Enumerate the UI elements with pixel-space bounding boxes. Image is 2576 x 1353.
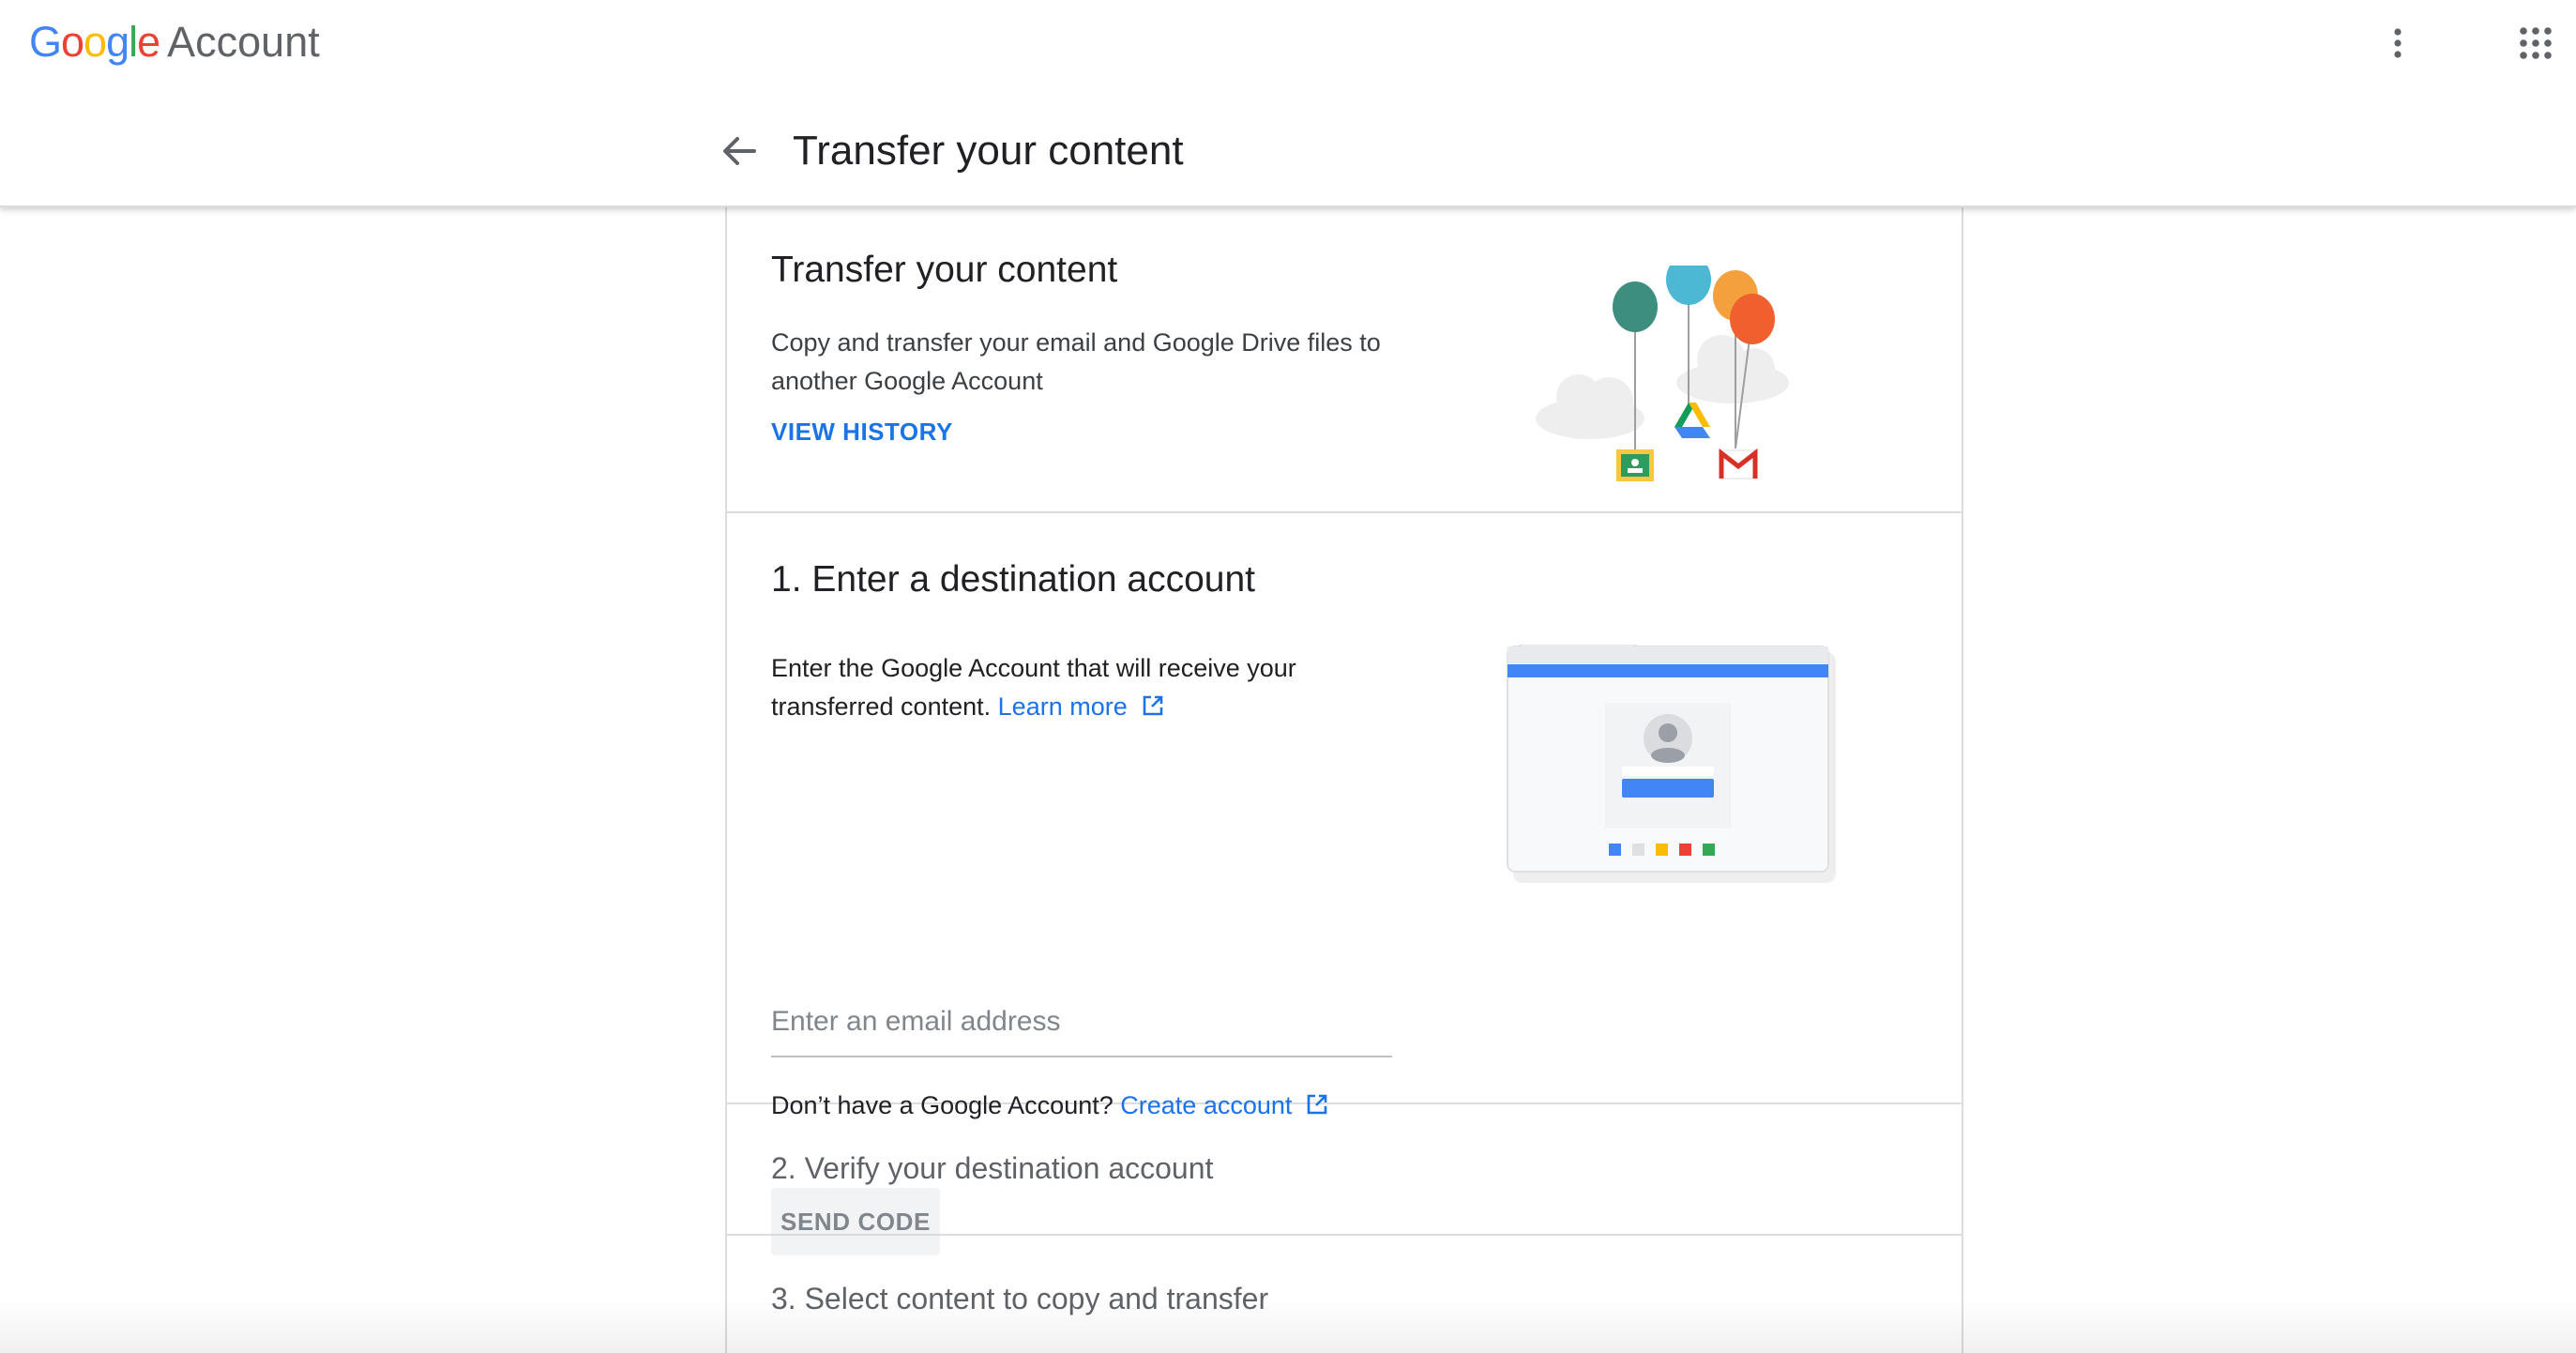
step2-title: 2. Verify your destination account [771,1151,1214,1185]
email-input[interactable] [771,1001,1392,1042]
view-history-link[interactable]: VIEW HISTORY [771,418,953,447]
account-logo-text: Account [167,18,320,66]
more-vert-icon[interactable] [2379,24,2417,62]
step2-section[interactable]: 2. Verify your destination account [727,1104,1962,1236]
top-app-bar: Google Account Transfer your content [0,0,2576,207]
google-logo-text: Google [29,18,160,66]
intro-description: Copy and transfer your email and Google … [771,328,1381,395]
intro-section: Transfer your content Copy and transfer … [727,205,1962,513]
google-account-logo[interactable]: Google Account [29,13,320,71]
external-link-icon [1143,695,1163,716]
learn-more-link[interactable]: Learn more [998,692,1165,721]
intro-title: Transfer your content [771,250,1118,290]
email-field[interactable] [771,1001,1392,1057]
step1-section: 1. Enter a destination account Enter the… [727,513,1962,1255]
learn-more-text: Learn more [997,692,1128,721]
apps-grid-icon[interactable] [2517,24,2554,62]
bottom-fade-shadow [0,1297,2576,1353]
sign-in-illustration [1507,645,1836,883]
transfer-card: Transfer your content Copy and transfer … [725,205,1963,1353]
step1-title: 1. Enter a destination account [771,559,1256,600]
back-arrow-icon[interactable] [719,130,760,172]
step1-description-block: Enter the Google Account that will recei… [771,649,1353,726]
balloons-illustration [1536,266,1789,481]
page-title: Transfer your content [793,128,1184,174]
